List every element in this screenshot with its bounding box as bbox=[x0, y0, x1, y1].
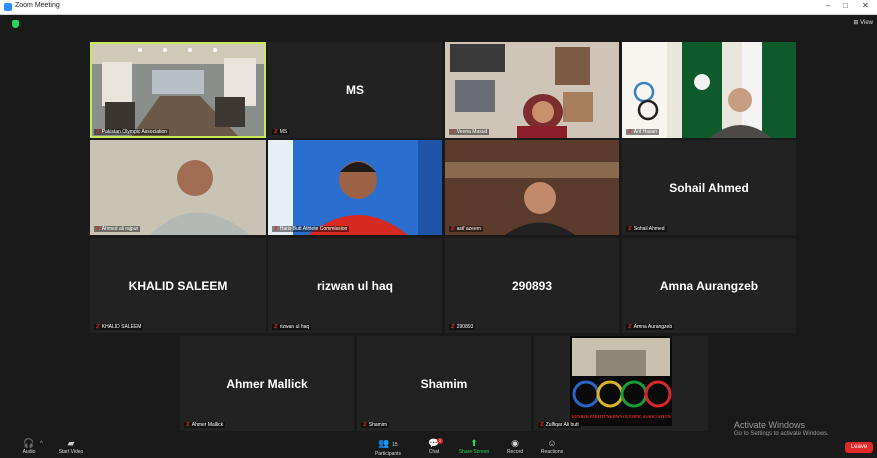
participant-name: ℤ Veena Masud bbox=[449, 129, 490, 135]
headphones-icon: 🎧 bbox=[23, 438, 35, 448]
encryption-shield-icon[interactable] bbox=[12, 20, 19, 28]
participant-tile[interactable]: ℤ Veena Masud bbox=[445, 42, 619, 138]
participant-tile[interactable]: 290893 ℤ 290893 bbox=[445, 238, 619, 333]
audio-button[interactable]: 🎧 Audio bbox=[18, 438, 40, 455]
mic-muted-icon: ℤ bbox=[628, 129, 632, 135]
participant-name: ℤ KHALID SALEEM bbox=[94, 324, 144, 330]
participant-name: ℤ Shamim bbox=[361, 422, 390, 428]
participants-button[interactable]: 👥 15 Participants bbox=[370, 438, 406, 457]
record-button[interactable]: ◉ Record bbox=[503, 438, 527, 455]
mic-muted-icon: ℤ bbox=[451, 324, 455, 330]
share-screen-button[interactable]: ⬆ Share Screen bbox=[457, 438, 491, 455]
participant-tile[interactable]: Ahmer Mallick ℤ Ahmer Mallick bbox=[180, 336, 354, 431]
title-bar: Zoom Meeting – □ ✕ bbox=[0, 0, 877, 15]
mic-muted-icon: ℤ bbox=[451, 129, 455, 135]
participant-name: ℤ Ahmer Mallick bbox=[184, 422, 226, 428]
participant-name: ℤasif azeem bbox=[449, 226, 483, 232]
chat-button[interactable]: 💬 Chat 2 bbox=[424, 438, 444, 455]
reactions-button[interactable]: ☺ Reactions bbox=[537, 438, 567, 455]
participant-tile[interactable]: Sohail Ahmed ℤ Sohail Ahmed bbox=[622, 140, 796, 235]
record-icon: ◉ bbox=[511, 438, 519, 448]
zoom-app-icon bbox=[4, 3, 12, 11]
participant-name: ℤ Arif Hasan bbox=[626, 129, 660, 135]
participant-tile[interactable]: ℤ Pakistan Olympic Association bbox=[90, 42, 266, 138]
video-off-icon: ▰ bbox=[67, 438, 75, 448]
participant-tile[interactable]: ℤ Ahmed ali rajput bbox=[90, 140, 266, 235]
audio-options-chevron-icon[interactable]: ^ bbox=[40, 441, 43, 447]
view-button[interactable]: ⊞ View bbox=[853, 19, 873, 26]
video-feed-man bbox=[445, 140, 619, 235]
participant-name: ℤ MS bbox=[272, 129, 290, 135]
video-feed-conference-room bbox=[90, 42, 266, 138]
participant-tile[interactable]: ℤasif azeem bbox=[445, 140, 619, 235]
mic-muted-icon: ℤ bbox=[363, 422, 367, 428]
leave-button[interactable]: Leave bbox=[845, 442, 873, 453]
participant-display-name: Amna Aurangzeb bbox=[659, 278, 759, 293]
participant-display-name: rizwan ul haq bbox=[316, 278, 393, 293]
video-feed-man bbox=[90, 140, 266, 235]
mic-muted-icon: ℤ bbox=[540, 422, 544, 428]
participant-tile[interactable]: MS ℤ MS bbox=[268, 42, 442, 138]
participant-name: ℤ Zulfiqar Ali butt bbox=[538, 422, 581, 428]
video-feed-man-with-flags bbox=[622, 42, 796, 138]
mic-muted-icon: ℤ bbox=[274, 129, 278, 135]
mic-muted-icon: ℤ bbox=[274, 324, 278, 330]
participant-display-name: 290893 bbox=[511, 278, 553, 293]
mic-muted-icon: ℤ bbox=[96, 324, 100, 330]
activate-windows-watermark: Activate Windows Go to Settings to activ… bbox=[734, 420, 829, 437]
participant-tile[interactable]: KHYBER PAKHTUNKHWA OLYMPIC ASSOCIATION ℤ… bbox=[534, 336, 708, 431]
participant-name: ℤ Ahmed ali rajput bbox=[94, 226, 140, 232]
participant-display-name: Sohail Ahmed bbox=[669, 180, 749, 195]
participant-display-name: KHALID SALEEM bbox=[128, 278, 228, 293]
mic-muted-icon: ℤ bbox=[628, 324, 632, 330]
minimize-button[interactable]: – bbox=[826, 1, 830, 10]
participant-name: ℤrizwan ul haq bbox=[272, 324, 312, 330]
participant-name: ℤ Pakistan Olympic Association bbox=[94, 129, 170, 135]
mic-muted-icon: ℤ bbox=[451, 226, 455, 232]
mic-muted-icon: ℤ bbox=[186, 422, 190, 428]
participant-name: ℤ Sohail Ahmed bbox=[626, 226, 667, 232]
participants-icon: 👥 15 bbox=[378, 438, 398, 448]
participant-name: ℤ 290893 bbox=[449, 324, 476, 330]
participant-display-name: MS bbox=[346, 83, 364, 97]
maximize-button[interactable]: □ bbox=[843, 1, 848, 10]
mic-muted-icon: ℤ bbox=[274, 226, 278, 232]
participant-tile[interactable]: rizwan ul haq ℤrizwan ul haq bbox=[268, 238, 442, 333]
mic-muted-icon: ℤ bbox=[628, 226, 632, 232]
video-feed-athlete bbox=[268, 140, 442, 235]
close-button[interactable]: ✕ bbox=[862, 1, 869, 10]
chat-unread-badge: 2 bbox=[437, 438, 443, 444]
window-title: Zoom Meeting bbox=[15, 2, 60, 9]
participant-tile[interactable]: KHALID SALEEM ℤ KHALID SALEEM bbox=[90, 238, 266, 333]
participant-tile[interactable]: Amna Aurangzeb ℤ Amna Aurangzeb bbox=[622, 238, 796, 333]
participant-name: ℤ Haris Butt Athlete Commission bbox=[272, 226, 350, 232]
participant-tile[interactable]: Shamim ℤ Shamim bbox=[357, 336, 531, 431]
participant-tile[interactable]: ℤ Haris Butt Athlete Commission bbox=[268, 140, 442, 235]
participant-tile[interactable]: ℤ Arif Hasan bbox=[622, 42, 796, 138]
participant-display-name: Ahmer Mallick bbox=[226, 376, 308, 391]
mic-muted-icon: ℤ bbox=[96, 226, 100, 232]
logo-caption: KHYBER PAKHTUNKHWA OLYMPIC ASSOCIATION bbox=[571, 414, 671, 419]
reactions-icon: ☺ bbox=[547, 438, 557, 448]
participant-name: ℤ Amna Aurangzeb bbox=[626, 324, 675, 330]
video-feed-woman bbox=[445, 42, 619, 138]
mic-muted-icon: ℤ bbox=[96, 129, 100, 135]
participant-display-name: Shamim bbox=[420, 376, 468, 391]
start-video-button[interactable]: ▰ Start Video bbox=[55, 438, 87, 455]
share-screen-icon: ⬆ bbox=[470, 438, 478, 448]
